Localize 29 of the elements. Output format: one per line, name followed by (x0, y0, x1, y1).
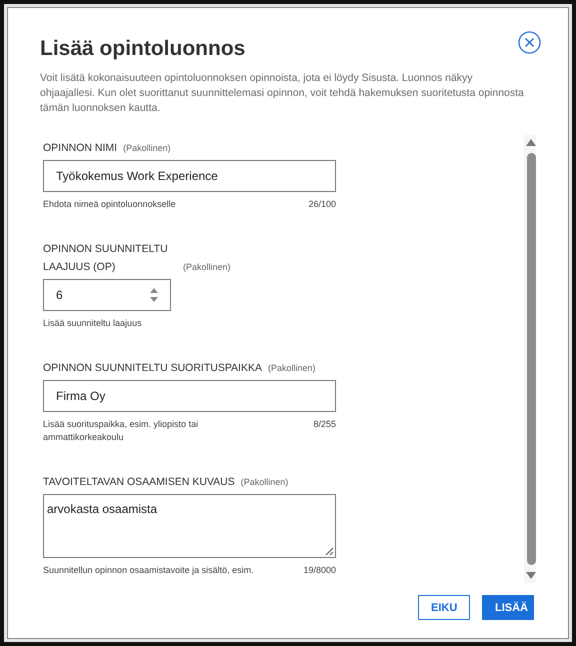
character-counter: 26/100 (308, 198, 336, 211)
field-label: OPINNON SUUNNITELTU SUORITUSPAIKKA (43, 361, 262, 376)
field-hint: Ehdota nimeä opintoluonnokselle (43, 198, 176, 211)
field-hint: Suunnitellun opinnon osaamistavoite ja sisältö, esim. (43, 564, 254, 577)
text-field[interactable]: Työkokemus Work Experience (43, 160, 336, 192)
text-field[interactable]: Firma Oy (43, 380, 336, 412)
scrollbar[interactable] (524, 135, 536, 583)
character-counter: 8/255 (313, 418, 336, 431)
text-area[interactable]: arvokasta osaamista (43, 494, 336, 558)
scroll-up-icon[interactable] (526, 139, 536, 146)
required-note: (Pakollinen) (268, 362, 316, 375)
field-hint: Lisää suorituspaikka, esim. yliopisto tai ammattikorkeakoulu (43, 418, 200, 444)
add-button[interactable]: LISÄÄ (482, 595, 534, 620)
required-note: (Pakollinen) (123, 142, 171, 155)
dialog-title: Lisää opintoluonnos (40, 37, 246, 61)
number-field[interactable]: 6 (43, 279, 171, 311)
resize-grip-icon[interactable] (325, 547, 334, 556)
character-counter: 19/8000 (303, 564, 336, 577)
close-icon[interactable] (518, 31, 541, 54)
required-note: (Pakollinen) (183, 261, 231, 274)
field-hint: Lisää suunniteltu laajuus (43, 317, 142, 330)
field-label: OPINNON SUUNNITELTU LAAJUUS (OP) (43, 242, 169, 275)
spinner-icon[interactable] (150, 287, 158, 303)
cancel-button[interactable]: EIKU (418, 595, 470, 620)
required-note: (Pakollinen) (240, 476, 288, 489)
scroll-down-icon[interactable] (526, 572, 536, 579)
dialog-description: Voit lisätä kokonaisuuteen opintoluonnoksen opinnoista, jota ei löydy Sisusta. Luonnos näkyy ohjaajallesi. Kun olet suorittanut suunnittelemasi opinnon, voit tehdä hakemuksen suoritetusta opinnosta tämän luonnoksen kautta. (40, 71, 525, 116)
field-label: OPINNON NIMI (43, 141, 118, 156)
field-label: TAVOITELTAVAN OSAAMISEN KUVAUS (43, 475, 235, 490)
